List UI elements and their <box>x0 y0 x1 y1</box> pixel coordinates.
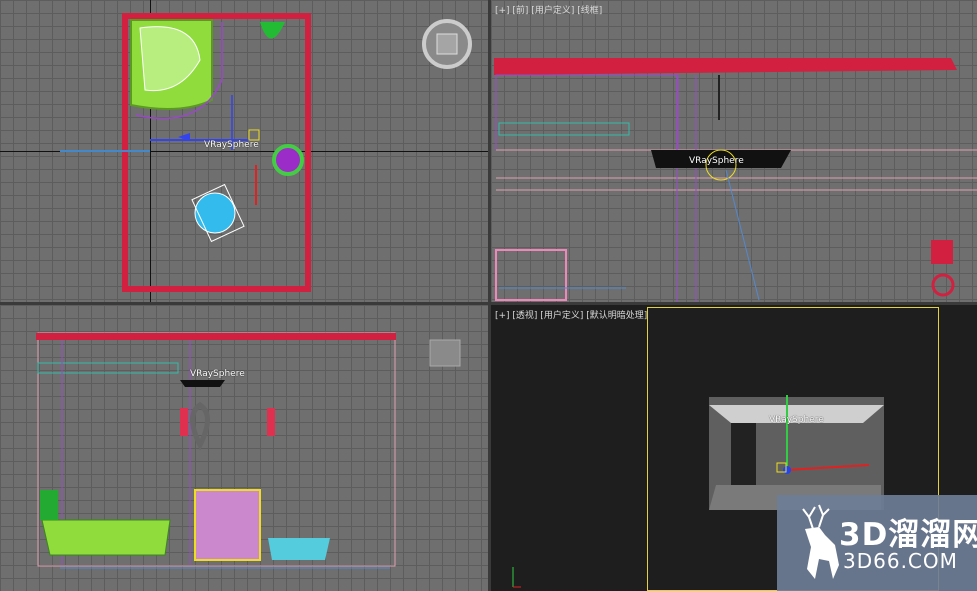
vraysphere-label: VRaySphere <box>769 415 824 425</box>
front-view-wireframe[interactable] <box>491 0 977 302</box>
watermark-brand-cn: 3D溜溜网 <box>839 517 977 553</box>
vraysphere-label: VRaySphere <box>689 156 744 166</box>
site-watermark: 3D溜溜网 3D66.COM <box>777 495 977 591</box>
watermark-brand-url: 3D66.COM <box>843 549 958 573</box>
vraysphere-label: VRaySphere <box>190 369 245 379</box>
viewport-left[interactable]: VRaySphere <box>0 305 488 591</box>
viewport-front[interactable]: [+] [前] [用户定义] [线框] VRaySphere <box>491 0 977 302</box>
viewport-top[interactable]: VRaySphere <box>0 0 488 302</box>
vraysphere-label: VRaySphere <box>204 140 259 150</box>
top-view-wireframe[interactable] <box>0 0 488 302</box>
deer-logo-icon <box>802 504 839 579</box>
left-view-wireframe[interactable] <box>0 305 488 591</box>
